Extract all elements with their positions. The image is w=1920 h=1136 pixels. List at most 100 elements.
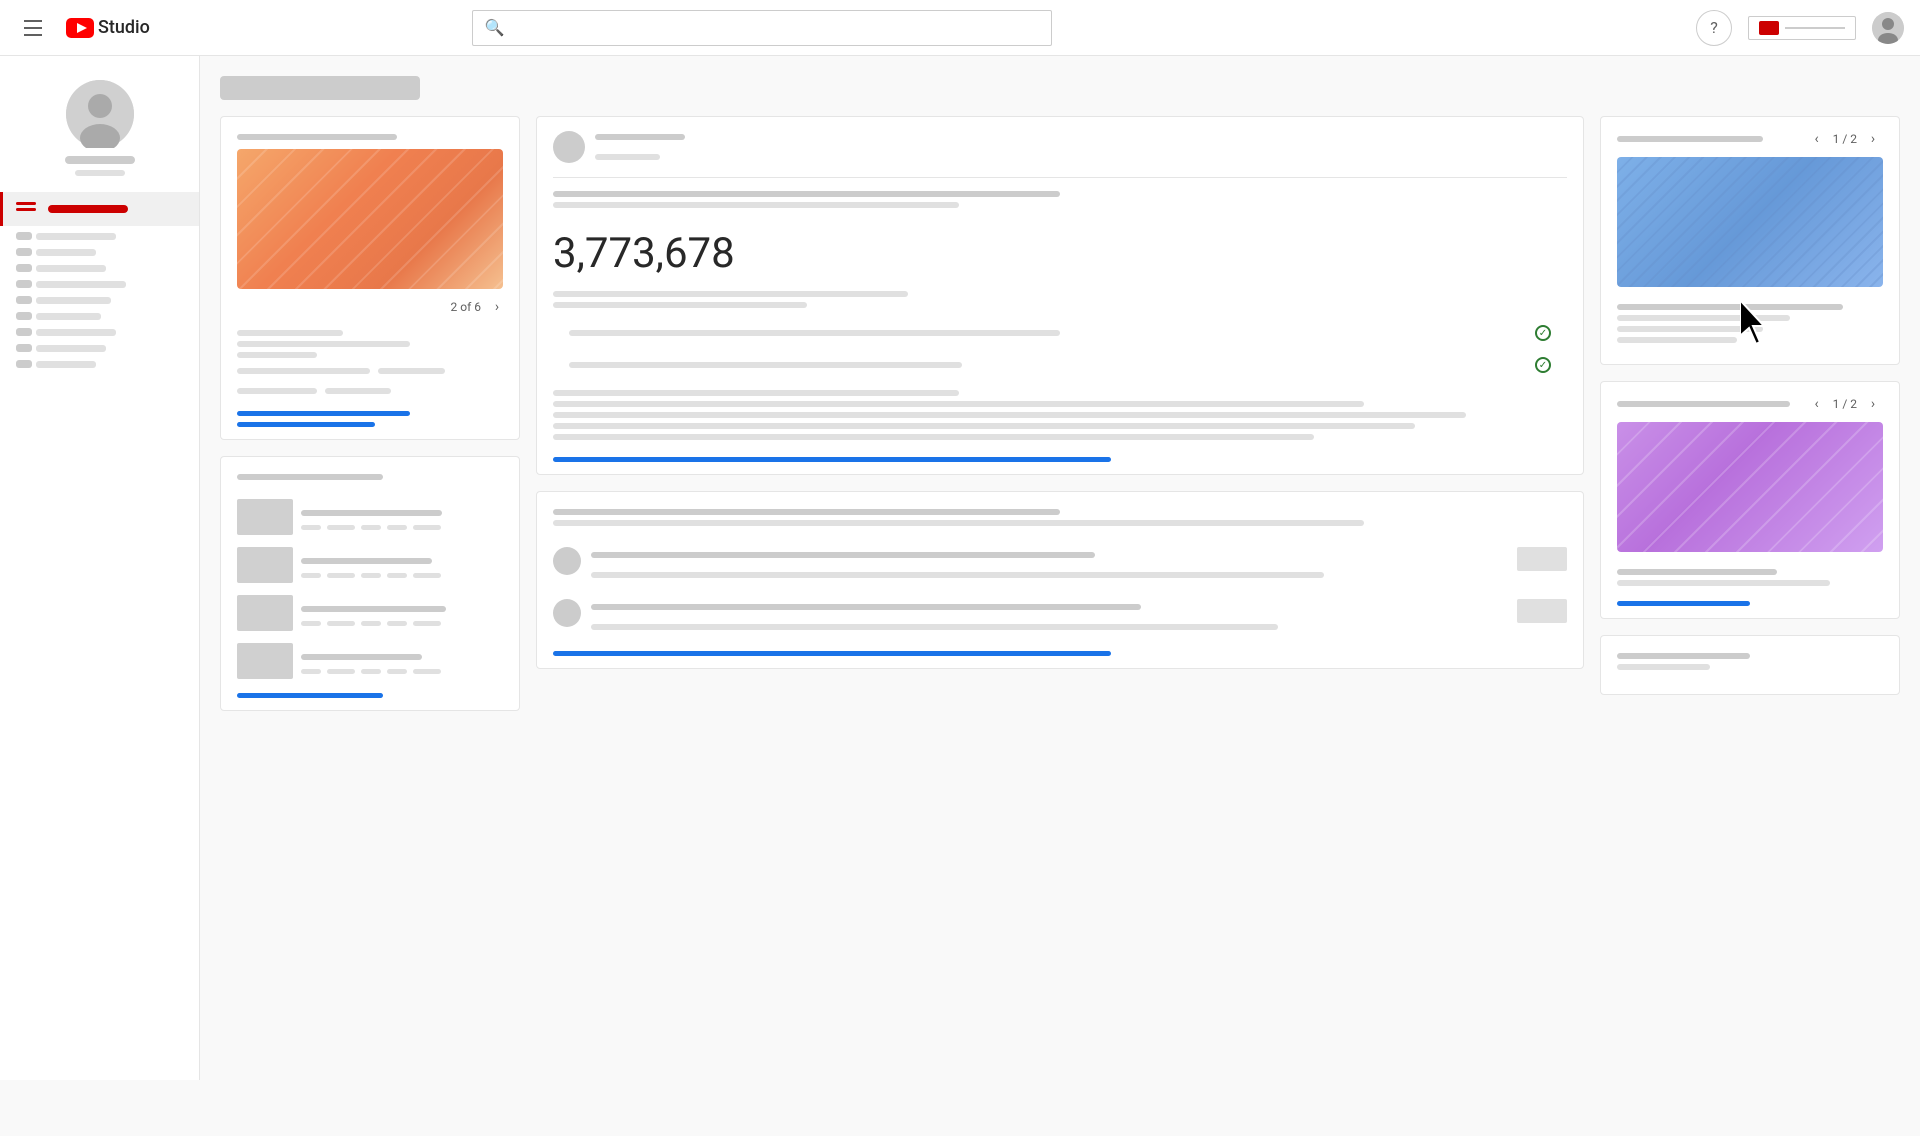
card2-progress bbox=[537, 449, 1583, 474]
card2-stat-row2: ✓ bbox=[553, 353, 1567, 377]
list-title-4 bbox=[301, 654, 422, 660]
sidebar bbox=[0, 56, 200, 1080]
card3-top-prev-btn[interactable]: ‹ bbox=[1807, 129, 1827, 149]
card5-subtitle bbox=[553, 520, 1364, 526]
card4-progress bbox=[221, 685, 519, 710]
card2-user-name bbox=[595, 134, 685, 140]
cards-grid: 2 of 6 › bbox=[220, 116, 1900, 711]
card2-label1 bbox=[553, 291, 908, 297]
middle-column: 3,773,678 ✓ ✓ bbox=[536, 116, 1584, 711]
card3b-prev-btn[interactable]: ‹ bbox=[1807, 394, 1827, 414]
comment-action-1[interactable] bbox=[1517, 547, 1567, 571]
sidebar-item-4[interactable] bbox=[16, 280, 183, 288]
account-avatar[interactable] bbox=[1872, 12, 1904, 44]
list-meta-1 bbox=[301, 505, 503, 530]
card1-bar-row bbox=[237, 363, 503, 379]
sidebar-profile bbox=[0, 64, 199, 192]
card3b-bar2 bbox=[1617, 580, 1830, 586]
logo[interactable]: Studio bbox=[66, 17, 150, 38]
youtube-icon bbox=[66, 18, 94, 38]
sidebar-item-6[interactable] bbox=[16, 312, 183, 320]
list-title-3 bbox=[301, 606, 446, 612]
card1-thumbnail[interactable] bbox=[237, 149, 503, 289]
card1-progress bbox=[221, 403, 519, 439]
card1-text-area bbox=[221, 321, 519, 403]
card-thumbnail-video: 2 of 6 › bbox=[220, 116, 520, 440]
dashboard-icon bbox=[16, 202, 36, 216]
list-item-1[interactable] bbox=[221, 493, 519, 541]
list-thumb-3 bbox=[237, 595, 293, 631]
flag-icon bbox=[1759, 21, 1779, 35]
search-bar[interactable]: 🔍 bbox=[472, 10, 1052, 46]
card3b-progress-bar bbox=[1617, 601, 1750, 606]
card3-header: ‹ 1 / 2 › bbox=[1601, 117, 1899, 157]
card-stats: 3,773,678 ✓ ✓ bbox=[536, 116, 1584, 475]
list-title-2 bbox=[301, 558, 432, 564]
card3-top-next-btn[interactable]: › bbox=[1863, 129, 1883, 149]
card2-metric-section bbox=[537, 178, 1583, 217]
comment-item-2[interactable] bbox=[537, 591, 1583, 643]
card2-big-number: 3,773,678 bbox=[537, 217, 1583, 282]
page-title bbox=[220, 76, 420, 100]
card1-next-btn[interactable]: › bbox=[487, 297, 507, 317]
card-purple-thumbnail: ‹ 1 / 2 › bbox=[1600, 381, 1900, 619]
sidebar-item-8[interactable] bbox=[16, 344, 183, 352]
card3b-thumbnail[interactable] bbox=[1617, 422, 1883, 552]
card3-thumbnail[interactable] bbox=[1617, 157, 1883, 287]
card-bottom-partial bbox=[1600, 635, 1900, 695]
card5-progress bbox=[537, 643, 1583, 668]
card3-top-title bbox=[1617, 136, 1763, 142]
comment-text-2 bbox=[591, 624, 1278, 630]
card2-progress-bar bbox=[553, 457, 1111, 462]
list-stats-1 bbox=[301, 525, 503, 530]
sidebar-item-3[interactable] bbox=[16, 264, 183, 272]
card3b-next-btn[interactable]: › bbox=[1863, 394, 1883, 414]
right-column: ‹ 1 / 2 › bbox=[1600, 116, 1900, 711]
left-column: 2 of 6 › bbox=[220, 116, 520, 711]
comment-item-1[interactable] bbox=[537, 539, 1583, 591]
card2-metric-subtitle bbox=[553, 202, 959, 208]
card5-progress-bar bbox=[553, 651, 1111, 656]
header-right: ? bbox=[1696, 10, 1904, 46]
card2-label2 bbox=[553, 302, 807, 308]
comment-avatar-2 bbox=[553, 599, 581, 627]
card2-user-sub bbox=[595, 154, 660, 160]
sidebar-avatar[interactable] bbox=[66, 80, 134, 148]
card1-pagination-label: 2 of 6 bbox=[451, 300, 481, 314]
list-thumb-4 bbox=[237, 643, 293, 679]
card3b-header: ‹ 1 / 2 › bbox=[1601, 382, 1899, 422]
search-input[interactable] bbox=[513, 20, 1039, 36]
studio-logo-text: Studio bbox=[98, 17, 150, 38]
help-button[interactable]: ? bbox=[1696, 10, 1732, 46]
comment-name-1 bbox=[591, 552, 1095, 558]
comment-name-2 bbox=[591, 604, 1141, 610]
sidebar-item-dashboard[interactable] bbox=[0, 192, 199, 226]
card2-user-row bbox=[537, 117, 1583, 177]
comment-text-1 bbox=[591, 572, 1324, 578]
list-meta-3 bbox=[301, 601, 503, 626]
sidebar-item-7[interactable] bbox=[16, 328, 183, 336]
card3-bar1 bbox=[1617, 304, 1843, 310]
card2-text5 bbox=[553, 434, 1314, 440]
sidebar-item-9[interactable] bbox=[16, 360, 183, 368]
card2-stat2-icon: ✓ bbox=[1535, 357, 1551, 373]
menu-button[interactable] bbox=[16, 12, 50, 44]
sidebar-item-5[interactable] bbox=[16, 296, 183, 304]
list-item-3[interactable] bbox=[221, 589, 519, 637]
card2-label-area bbox=[537, 282, 1583, 308]
list-stats-4 bbox=[301, 669, 503, 674]
flag-button[interactable] bbox=[1748, 16, 1856, 40]
sidebar-item-2[interactable] bbox=[16, 248, 183, 256]
card1-progress-bar2 bbox=[237, 422, 375, 427]
sidebar-item-1[interactable] bbox=[16, 232, 183, 240]
list-item-4[interactable] bbox=[221, 637, 519, 685]
comment-action-2[interactable] bbox=[1517, 599, 1567, 623]
card2-text3 bbox=[553, 412, 1466, 418]
list-item-2[interactable] bbox=[221, 541, 519, 589]
list-meta-4 bbox=[301, 649, 503, 674]
card1-progress-bar1 bbox=[237, 411, 410, 416]
card1-bar3 bbox=[237, 352, 317, 358]
card3-top-text bbox=[1601, 295, 1899, 352]
card2-text2 bbox=[553, 401, 1364, 407]
card3b-pagination: ‹ 1 / 2 › bbox=[1807, 394, 1883, 414]
